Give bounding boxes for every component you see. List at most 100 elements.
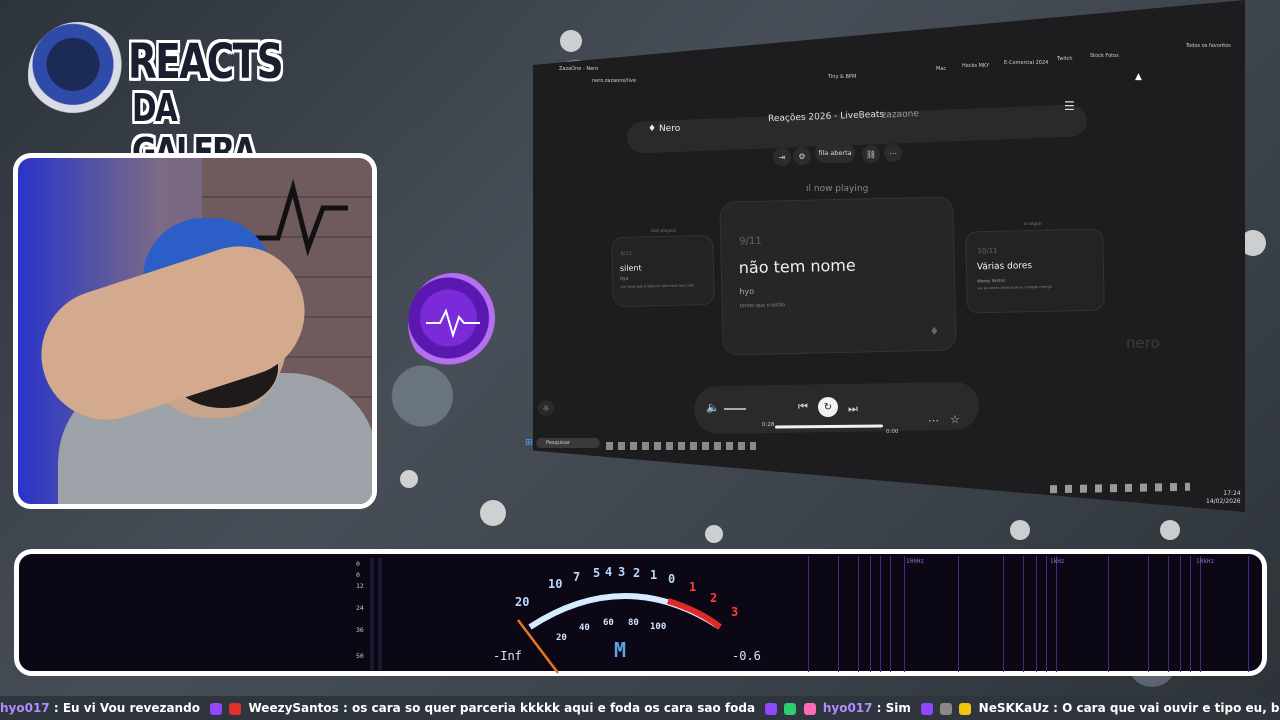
last-played-caption: last played <box>651 229 676 234</box>
spectrum-line <box>958 556 959 672</box>
db-label: 50 <box>356 652 364 660</box>
cursor-icon: ▲ <box>1135 72 1142 82</box>
bookmark-item[interactable]: Twitch <box>1057 56 1073 62</box>
previous-track-card[interactable]: 8/11 silent hyo um sinal que o silêncio … <box>611 234 715 308</box>
vu-scale-label: 5 <box>593 566 601 580</box>
session-user: · zazaone <box>875 109 920 121</box>
vu-percent-label: 60 <box>603 618 614 628</box>
more-icon[interactable]: ⋯ <box>884 144 902 162</box>
spectrum-line <box>1023 556 1024 672</box>
spectrum-line <box>808 556 809 672</box>
spectrum-line <box>1108 556 1109 672</box>
bookmark-item[interactable]: Mac <box>936 66 946 72</box>
previous-icon[interactable]: ⏮ <box>798 400 808 414</box>
address-bar[interactable]: nero.zazaone/live <box>592 78 636 84</box>
spectrum-line <box>880 556 881 672</box>
browser-tab[interactable]: ZazaOne - Nero <box>559 66 598 72</box>
star-icon[interactable]: ☆ <box>950 413 960 426</box>
menu-icon[interactable]: ☰ <box>1064 99 1075 113</box>
taskbar-clock: 17:24 14/02/2026 <box>1206 490 1241 505</box>
bg-dot <box>560 30 582 52</box>
vu-scale-label: 20 <box>515 595 530 609</box>
badge-icon <box>959 702 972 715</box>
vu-scale-label: 2 <box>710 591 718 605</box>
vu-needle <box>517 619 559 674</box>
spectrum-line <box>1180 556 1181 672</box>
nero-watermark: nero <box>1126 334 1160 352</box>
settings-icon[interactable]: ⚙ <box>793 147 811 165</box>
bookmark-item[interactable]: E-Comercial 2024 <box>1004 60 1048 66</box>
webcam-feed <box>13 153 377 509</box>
track-lyric: um sinal que o silêncio fala mais que tu… <box>620 283 695 289</box>
chat-ticker: hyo017 : Eu vi Vou revezando WeezySantos… <box>0 696 1280 720</box>
spectrum-line <box>1148 556 1149 672</box>
link-icon[interactable]: ⛓ <box>862 145 880 163</box>
level-bar-left <box>370 558 374 670</box>
spectrum-line <box>1248 556 1249 672</box>
bg-dot <box>400 470 418 488</box>
volume-slider[interactable] <box>724 408 746 410</box>
spectrum-analyzer <box>808 556 1258 672</box>
chat-message: NeSKKaUz : O cara que vai ouvir e tipo e… <box>978 701 1280 715</box>
spectrum-line <box>1046 556 1047 672</box>
freq-label: 1kHz <box>1050 558 1065 565</box>
level-bar-right <box>378 558 382 670</box>
theme-toggle-icon[interactable]: ☼ <box>538 400 554 416</box>
track-artist: hyo <box>620 276 629 282</box>
vu-scale-label: 4 <box>605 565 613 579</box>
logo-line-1: REACTS <box>128 34 284 90</box>
spectrum-line <box>870 556 871 672</box>
astronaut-icon <box>28 22 128 128</box>
db-label: 0 <box>356 560 360 568</box>
taskbar-app-icons[interactable] <box>606 442 756 450</box>
twitch-icon <box>765 702 778 715</box>
bg-dot <box>1160 520 1180 540</box>
track-lyric: tenho que o estão <box>739 302 786 310</box>
next-icon[interactable]: ⏭ <box>848 402 858 416</box>
bookmark-item[interactable]: Tiny & BPM <box>828 74 856 80</box>
spectrum-line <box>1200 556 1201 672</box>
track-lyric: vai as várias dores que eu carrego comig… <box>977 284 1052 291</box>
vu-percent-label: 100 <box>650 622 667 632</box>
vu-scale-label: 2 <box>633 566 641 580</box>
track-title: não tem nome <box>738 255 856 278</box>
twitch-icon <box>921 702 934 715</box>
app-brand[interactable]: ♦ Nero <box>648 124 680 134</box>
vu-percent-label: 20 <box>556 633 567 643</box>
chat-message: hyo017 : Sim <box>822 701 911 715</box>
vu-scale-label: 3 <box>731 605 739 619</box>
track-index: 9/11 <box>739 235 762 248</box>
volume-icon[interactable]: 🔈 <box>706 401 720 414</box>
heartbeat-icon <box>426 308 480 339</box>
flame-icon: ♦ <box>648 124 659 134</box>
track-artist: hyo <box>739 286 755 297</box>
vu-scale-label: 10 <box>548 577 563 591</box>
spectrum-line <box>838 556 839 672</box>
bookmark-item[interactable]: Hacks MKY <box>962 63 989 69</box>
windows-start-icon[interactable]: ⊞ <box>525 438 533 448</box>
vu-percent-label: 80 <box>628 618 639 628</box>
pulse-button[interactable] <box>408 273 498 373</box>
chat-message: WeezySantos : os cara so quer parceria k… <box>248 701 756 715</box>
left-peak-value: -Inf <box>493 649 522 663</box>
elapsed-time: 0:28 <box>762 422 775 428</box>
flame-icon: ♦ <box>929 324 940 338</box>
track-title: silent <box>619 263 642 273</box>
db-label: 24 <box>356 604 364 612</box>
vu-scale-label: 1 <box>650 568 658 582</box>
bg-dot <box>705 525 723 543</box>
chat-message: hyo017 : Eu vi Vou revezando <box>0 701 200 715</box>
bookmark-item[interactable]: Stock Fotos <box>1090 53 1119 59</box>
freq-label: 100Hz <box>906 558 925 565</box>
bookmark-item[interactable]: Todos os favoritos <box>1186 43 1231 49</box>
meter-mode-label: M <box>614 638 627 662</box>
badge-icon <box>784 702 797 715</box>
more-options-icon[interactable]: ⋯ <box>928 414 939 427</box>
queue-button[interactable]: fila aberta <box>815 143 855 163</box>
login-icon[interactable]: ⇥ <box>773 148 791 166</box>
track-title: Várias dores <box>976 261 1033 273</box>
taskbar-search[interactable]: Pesquisar <box>536 438 600 448</box>
bg-dot <box>480 500 506 526</box>
next-track-card[interactable]: 10/11 Várias dores Weezy Santos vai as v… <box>965 228 1105 314</box>
replay-button[interactable]: ↻ <box>818 397 838 417</box>
